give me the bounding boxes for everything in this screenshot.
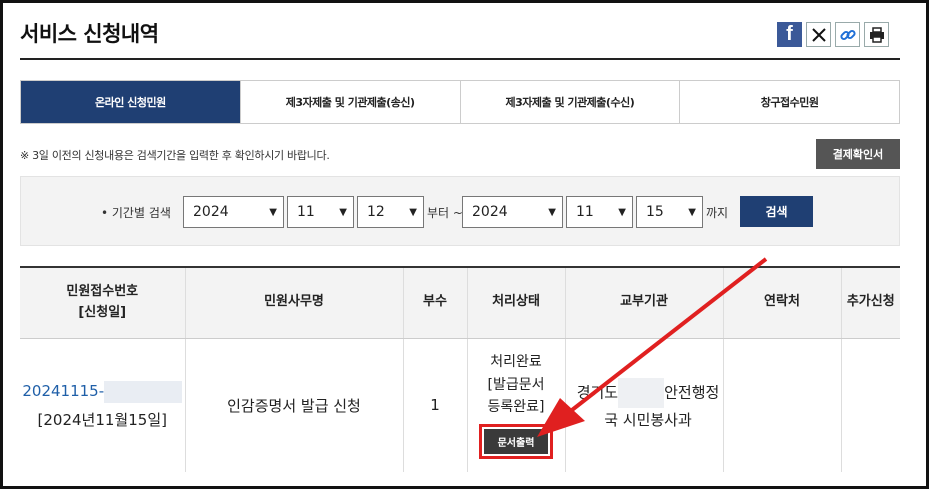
header-status: 처리상태 bbox=[466, 266, 565, 339]
from-day-select[interactable]: 12 ▼ bbox=[357, 196, 424, 228]
page-title: 서비스 신청내역 bbox=[20, 22, 159, 46]
service-tabs: 온라인 신청민원 제3자제출 및 기관제출(송신) 제3자제출 및 기관제출(수… bbox=[20, 80, 900, 124]
redacted-block bbox=[618, 378, 665, 409]
print-document-button[interactable]: 문서출력 bbox=[483, 429, 549, 455]
search-button[interactable]: 검색 bbox=[740, 196, 813, 227]
header-additional: 추가신청 bbox=[840, 266, 900, 339]
to-year-select[interactable]: 2024 ▼ bbox=[462, 196, 563, 228]
header-receipt-no: 민원접수번호 [신청일] bbox=[20, 266, 185, 339]
redacted-block bbox=[104, 380, 183, 403]
tab-third-party-received[interactable]: 제3자제출 및 기관제출(수신) bbox=[459, 81, 680, 123]
header-contact: 연락처 bbox=[722, 266, 841, 339]
highlight-box: 문서출력 bbox=[478, 424, 554, 460]
tab-third-party-sent[interactable]: 제3자제출 및 기관제출(송신) bbox=[239, 81, 460, 123]
header-copies: 부수 bbox=[402, 266, 467, 339]
receipt-number-link[interactable]: 20241115- bbox=[22, 382, 104, 400]
x-twitter-icon[interactable] bbox=[806, 22, 831, 47]
header-agency: 교부기관 bbox=[564, 266, 723, 339]
cell-receipt-no: 20241115- [2024년11월15일] bbox=[20, 338, 185, 472]
notice-text: ※ 3일 이전의 신청내용은 검색기간을 입력한 후 확인하시기 바랍니다. bbox=[20, 149, 330, 162]
to-month-select[interactable]: 11 ▼ bbox=[566, 196, 633, 228]
tab-online[interactable]: 온라인 신청민원 bbox=[21, 81, 240, 123]
search-panel: • 기간별 검색 2024 ▼ 11 ▼ 12 ▼ 부터 ~ 2024 ▼ 11 ▼ 15… bbox=[20, 176, 900, 246]
from-text: 부터 ~ bbox=[427, 206, 463, 220]
tab-counter[interactable]: 창구접수민원 bbox=[679, 81, 899, 123]
from-year-select[interactable]: 2024 ▼ bbox=[183, 196, 284, 228]
application-date: [2024년11월15일] bbox=[37, 410, 167, 429]
chevron-down-icon: ▼ bbox=[618, 206, 626, 218]
cell-copies: 1 bbox=[402, 338, 467, 472]
chevron-down-icon: ▼ bbox=[688, 206, 696, 218]
cell-agency: 경기도 안전행정 국 시민봉사과 bbox=[564, 338, 723, 472]
share-toolbar: f bbox=[777, 22, 889, 47]
print-icon[interactable] bbox=[864, 22, 889, 47]
to-text: 까지 bbox=[706, 206, 729, 220]
cell-additional bbox=[840, 338, 900, 472]
application-table: 민원접수번호 [신청일] 민원사무명 부수 처리상태 교부기관 연락처 추가신청 … bbox=[20, 266, 900, 472]
title-divider bbox=[20, 58, 900, 60]
from-month-select[interactable]: 11 ▼ bbox=[287, 196, 354, 228]
facebook-icon[interactable]: f bbox=[777, 22, 802, 47]
cell-status: 처리완료 [발급문서 등록완료] 문서출력 bbox=[466, 338, 565, 472]
payment-receipt-button[interactable]: 결제확인서 bbox=[816, 139, 900, 169]
chevron-down-icon: ▼ bbox=[269, 206, 277, 218]
table-header-row: 민원접수번호 [신청일] 민원사무명 부수 처리상태 교부기관 연락처 추가신청 bbox=[20, 266, 900, 339]
to-day-select[interactable]: 15 ▼ bbox=[636, 196, 703, 228]
cell-service: 인감증명서 발급 신청 bbox=[184, 338, 403, 472]
search-label: • 기간별 검색 bbox=[101, 206, 171, 220]
chevron-down-icon: ▼ bbox=[409, 206, 417, 218]
header-service: 민원사무명 bbox=[184, 266, 403, 339]
cell-contact bbox=[722, 338, 841, 472]
chevron-down-icon: ▼ bbox=[339, 206, 347, 218]
chevron-down-icon: ▼ bbox=[548, 206, 556, 218]
link-icon[interactable] bbox=[835, 22, 860, 47]
table-row: 20241115- [2024년11월15일] 인감증명서 발급 신청 1 처리… bbox=[20, 338, 900, 472]
